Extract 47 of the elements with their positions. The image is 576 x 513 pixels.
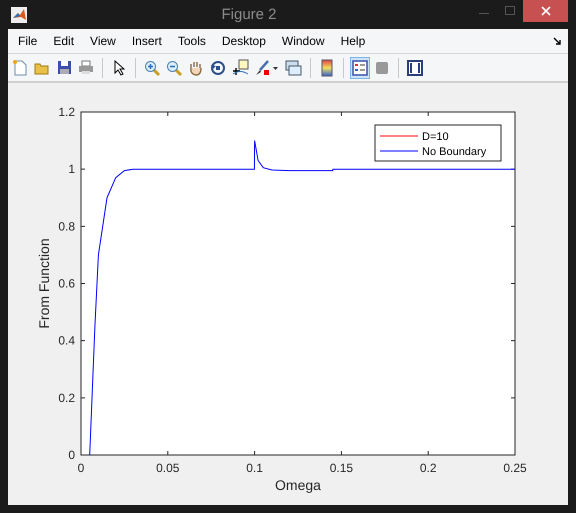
close-icon: [540, 6, 550, 16]
brush-icon: [255, 60, 279, 76]
window-icon: [407, 60, 423, 76]
menu-item[interactable]: Help: [332, 34, 374, 48]
zoom-out-icon: [166, 60, 182, 76]
new-file-icon: [12, 60, 28, 76]
y-tick-label: 0: [68, 448, 75, 462]
window-title: Figure 2: [220, 6, 278, 23]
x-axis-label: Omega: [275, 477, 321, 493]
menu-item[interactable]: Desktop: [214, 34, 274, 48]
x-tick-label: 0: [78, 461, 84, 475]
x-tick-label: 0.15: [330, 461, 354, 475]
y-tick-label: 1: [68, 162, 75, 176]
x-tick-label: 0.2: [420, 461, 437, 475]
y-tick-label: 1.2: [58, 105, 75, 119]
y-tick-label: 0.8: [58, 219, 75, 234]
open-folder-icon: [34, 60, 50, 74]
legend-line: [380, 150, 418, 152]
square-icon: [375, 60, 389, 74]
dock-arrow-icon[interactable]: [553, 36, 562, 46]
hand-icon: [188, 60, 204, 76]
y-tick-label: 0.4: [58, 334, 75, 348]
menu-item[interactable]: View: [82, 34, 124, 48]
rotate-icon: [210, 60, 226, 76]
save-icon: [56, 60, 72, 75]
zoom-in-icon: [144, 60, 160, 76]
x-tick-label: 0.05: [156, 461, 180, 475]
legend-label: D=10: [422, 131, 449, 143]
data-cursor-icon: [232, 59, 249, 76]
colorbar-icon: [321, 58, 333, 76]
y-tick-label: 0.6: [58, 276, 75, 290]
app-icon: [11, 6, 27, 22]
print-icon: [78, 60, 94, 75]
close-button[interactable]: [523, 0, 568, 22]
menu-item[interactable]: Tools: [170, 34, 214, 48]
legend-icon: [352, 60, 368, 76]
x-tick-label: 0.1: [246, 461, 263, 475]
menu-item[interactable]: File: [10, 34, 46, 48]
legend-label: No Boundary: [422, 146, 486, 158]
menu-item[interactable]: Window: [274, 34, 333, 48]
x-tick-label: 0.25: [503, 461, 527, 475]
menu-item[interactable]: Insert: [124, 34, 170, 48]
y-axis-label: From Function: [36, 238, 52, 329]
pointer-icon: [114, 60, 124, 76]
toolbar-button[interactable]: [350, 56, 370, 78]
y-tick-label: 0.2: [58, 390, 75, 405]
menu-item[interactable]: Edit: [45, 34, 82, 48]
